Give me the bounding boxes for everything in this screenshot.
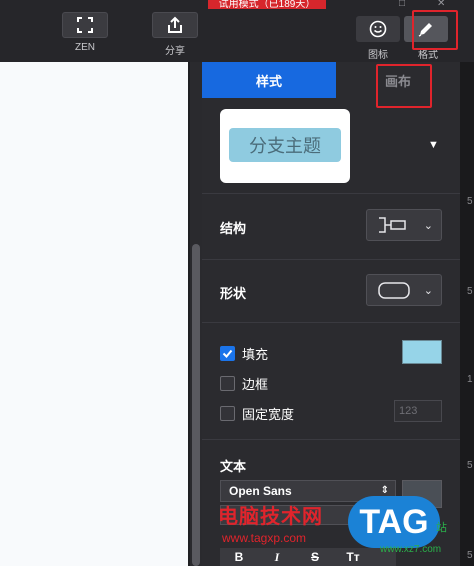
- fixed-width-option[interactable]: 固定宽度: [220, 404, 294, 423]
- strikethrough-button[interactable]: S: [296, 550, 334, 564]
- divider: [202, 322, 460, 323]
- shape-select[interactable]: ⌄: [366, 274, 442, 306]
- border-option[interactable]: 边框: [220, 374, 268, 393]
- trial-banner[interactable]: 试用模式（已189天）: [208, 0, 326, 9]
- divider: [202, 439, 460, 440]
- bold-button[interactable]: B: [220, 550, 258, 564]
- border-checkbox[interactable]: [220, 376, 235, 391]
- tab-style[interactable]: 样式: [202, 62, 336, 98]
- share-label: 分享: [165, 46, 185, 57]
- divider: [202, 259, 460, 260]
- shape-label: 形状: [220, 286, 247, 301]
- top-toolbar: 试用模式（已189天） □ ✕ ZEN 分享 图标 格式: [0, 0, 474, 62]
- right-edge-strip: [460, 62, 474, 566]
- chevron-down-icon: ⌄: [423, 285, 433, 297]
- highlight-box-format: [412, 10, 458, 50]
- mindmap-canvas[interactable]: [0, 62, 188, 566]
- structure-icon: [379, 217, 406, 233]
- border-label: 边框: [242, 377, 269, 392]
- watermark-logo: TAG: [348, 496, 440, 548]
- fixed-width-input[interactable]: 123: [394, 400, 442, 422]
- watermark-sub: www.xz7.com: [380, 544, 442, 555]
- minimize-icon[interactable]: □: [399, 0, 405, 9]
- fill-color-swatch[interactable]: [402, 340, 442, 364]
- app-window: 试用模式（已189天） □ ✕ ZEN 分享 图标 格式 样式 画布 分支主题 …: [0, 0, 474, 566]
- chevron-down-icon: ⌄: [423, 220, 433, 232]
- theme-preview[interactable]: 分支主题: [220, 109, 350, 183]
- italic-button[interactable]: I: [258, 550, 296, 565]
- text-section-label: 文本: [220, 459, 247, 474]
- zen-button[interactable]: [62, 12, 108, 38]
- canvas-scrollbar[interactable]: [190, 62, 202, 566]
- fixed-width-checkbox[interactable]: [220, 406, 235, 421]
- highlight-box-canvas-tab: [376, 64, 432, 108]
- strip-number: 1: [467, 374, 473, 385]
- structure-select[interactable]: ⌄: [366, 209, 442, 241]
- theme-chip: 分支主题: [229, 128, 341, 162]
- divider: [202, 193, 460, 194]
- fill-label: 填充: [242, 347, 269, 362]
- strip-number: 5: [467, 550, 473, 561]
- zen-label: ZEN: [75, 42, 95, 53]
- fixed-width-label: 固定宽度: [242, 407, 295, 422]
- fullscreen-icon: [77, 17, 93, 33]
- share-icon: [168, 16, 182, 33]
- icon-panel-button[interactable]: [356, 16, 400, 42]
- strip-number: 5: [467, 286, 473, 297]
- text-case-button[interactable]: Tт: [334, 550, 372, 564]
- fill-option[interactable]: 填充: [220, 344, 268, 363]
- strip-number: 5: [467, 460, 473, 471]
- format-panel: 样式 画布 分支主题 ▼ 结构 ⌄ 形状 ⌄ 填充 边框 固定宽度 123 文本…: [202, 62, 460, 566]
- watermark-site-name: 电脑技术网: [218, 506, 323, 528]
- watermark-sub2: 站: [436, 522, 447, 534]
- fill-checkbox[interactable]: [220, 346, 235, 361]
- check-icon: [222, 349, 233, 358]
- watermark-url: www.tagxp.com: [222, 531, 307, 545]
- close-icon[interactable]: ✕: [437, 0, 445, 9]
- theme-dropdown-icon[interactable]: ▼: [428, 139, 439, 151]
- icon-label: 图标: [368, 50, 388, 61]
- structure-label: 结构: [220, 221, 247, 236]
- rounded-rect-icon: [378, 282, 410, 299]
- font-family-value: Open Sans: [229, 484, 292, 498]
- strip-number: 5: [467, 196, 473, 207]
- smiley-icon: [369, 20, 387, 38]
- text-format-bar: B I S Tт: [220, 548, 396, 566]
- share-button[interactable]: [152, 12, 198, 38]
- scrollbar-thumb[interactable]: [192, 244, 200, 566]
